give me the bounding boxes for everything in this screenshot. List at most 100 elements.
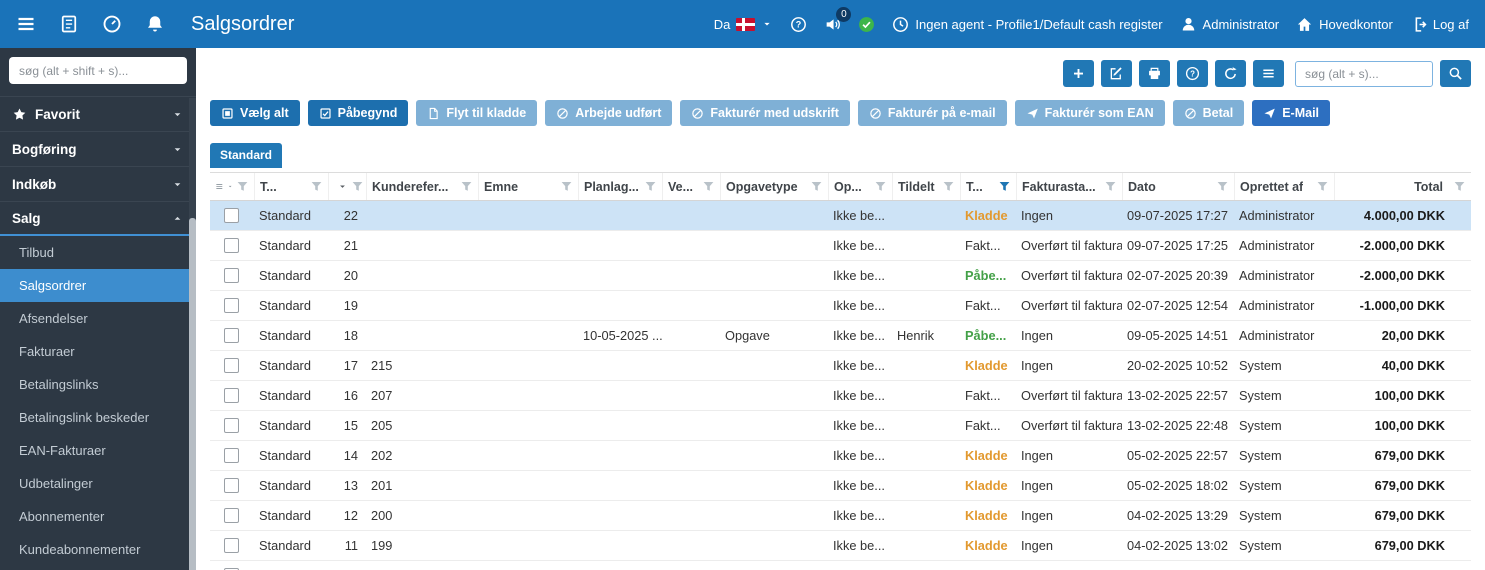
filter-icon[interactable]: [1104, 180, 1117, 193]
table-row[interactable]: Standard 15 205 Ikke be... Fakt... Overført t…: [210, 411, 1471, 441]
column-header-customer_ref[interactable]: Kunderefer...: [366, 173, 478, 200]
sidebar-item-salgsordrer[interactable]: Salgsordrer: [0, 269, 196, 302]
filter-icon[interactable]: [1316, 180, 1329, 193]
row-checkbox[interactable]: [224, 328, 239, 343]
column-header-status[interactable]: T...: [960, 173, 1016, 200]
arbejde-udført-button[interactable]: Arbejde udført: [545, 100, 673, 126]
notifications-bell-icon[interactable]: [145, 14, 165, 34]
table-row[interactable]: Standard 14 202 Ikke be... Kladde Ingen 05-02-…: [210, 441, 1471, 471]
filter-icon[interactable]: [702, 180, 715, 193]
language-selector[interactable]: Da: [714, 17, 774, 32]
volume-button[interactable]: 0: [824, 6, 852, 33]
row-menu-icon[interactable]: [215, 179, 224, 194]
sidebar-section-indkøb[interactable]: Indkøb: [0, 166, 196, 201]
vælg-alt-button[interactable]: Vælg alt: [210, 100, 300, 126]
tab-standard[interactable]: Standard: [210, 143, 283, 168]
table-row[interactable]: Standard 16 207 Ikke be... Fakt... Overført t…: [210, 381, 1471, 411]
table-row[interactable]: Standard 20 Ikke be... Påbe... Overført til …: [210, 261, 1471, 291]
fakturér-som-ean-button[interactable]: Fakturér som EAN: [1014, 100, 1165, 126]
filter-icon[interactable]: [460, 180, 473, 193]
journal-icon[interactable]: [59, 14, 79, 34]
hamburger-menu-icon[interactable]: [16, 14, 36, 34]
sort-icon[interactable]: [337, 181, 348, 192]
sidebar-item-afsendelser[interactable]: Afsendelser: [0, 302, 196, 335]
sidebar-item-udbetalinger[interactable]: Udbetalinger: [0, 467, 196, 500]
edit-button[interactable]: [1101, 60, 1132, 87]
column-header-task_type[interactable]: Opgavetype: [720, 173, 828, 200]
table-row[interactable]: Standard 11 199 Ikke be... Kladde Ingen 04-02-…: [210, 531, 1471, 561]
filter-icon[interactable]: [998, 180, 1011, 193]
column-header-assigned[interactable]: Tildelt: [892, 173, 960, 200]
filter-icon[interactable]: [810, 180, 823, 193]
table-row[interactable]: Standard 21 Ikke be... Fakt... Overført til …: [210, 231, 1471, 261]
table-row[interactable]: Standard 12 200 Ikke be... Kladde Ingen 04-02-…: [210, 501, 1471, 531]
menu-button[interactable]: [1253, 60, 1284, 87]
row-checkbox[interactable]: [224, 298, 239, 313]
column-header-sel[interactable]: [210, 173, 254, 200]
fakturér-på-e-mail-button[interactable]: Fakturér på e-mail: [857, 100, 1007, 126]
row-checkbox[interactable]: [224, 358, 239, 373]
search-button[interactable]: [1440, 60, 1471, 87]
help-button[interactable]: ?: [1177, 60, 1208, 87]
filter-icon[interactable]: [874, 180, 887, 193]
row-checkbox[interactable]: [224, 208, 239, 223]
e-mail-button[interactable]: E-Mail: [1252, 100, 1331, 126]
sidebar-section-favorit[interactable]: Favorit: [0, 96, 196, 131]
filter-icon[interactable]: [1453, 180, 1466, 193]
refresh-button[interactable]: [1215, 60, 1246, 87]
sidebar-item-betalingslink-beskeder[interactable]: Betalingslink beskeder: [0, 401, 196, 434]
row-checkbox[interactable]: [224, 508, 239, 523]
row-checkbox[interactable]: [224, 538, 239, 553]
table-row[interactable]: [210, 561, 1471, 570]
online-status-icon[interactable]: [858, 16, 875, 33]
sidebar-item-ean-fakturaer[interactable]: EAN-Fakturaer: [0, 434, 196, 467]
row-checkbox[interactable]: [224, 478, 239, 493]
sidebar-section-bogføring[interactable]: Bogføring: [0, 131, 196, 166]
sidebar-item-betalingslinks[interactable]: Betalingslinks: [0, 368, 196, 401]
row-checkbox[interactable]: [224, 448, 239, 463]
agent-indicator[interactable]: Ingen agent - Profile1/Default cash regi…: [892, 16, 1163, 33]
user-menu[interactable]: Administrator: [1180, 16, 1279, 33]
grid-search-input[interactable]: [1295, 60, 1433, 87]
column-header-type[interactable]: T...: [254, 173, 328, 200]
table-row[interactable]: Standard 18 10-05-2025 ... Opgave Ikke be...…: [210, 321, 1471, 351]
logout-button[interactable]: Log af: [1410, 16, 1469, 33]
dashboard-icon[interactable]: [102, 14, 122, 34]
filter-icon[interactable]: [351, 180, 364, 193]
column-header-planned[interactable]: Planlag...: [578, 173, 662, 200]
filter-icon[interactable]: [310, 180, 323, 193]
column-header-op[interactable]: Op...: [828, 173, 892, 200]
column-header-invoice_status[interactable]: Fakturasta...: [1016, 173, 1122, 200]
flyt-til-kladde-button[interactable]: Flyt til kladde: [416, 100, 538, 126]
add-button[interactable]: [1063, 60, 1094, 87]
fakturér-med-udskrift-button[interactable]: Fakturér med udskrift: [680, 100, 850, 126]
column-header-subject[interactable]: Emne: [478, 173, 578, 200]
påbegynd-button[interactable]: Påbegynd: [307, 100, 409, 126]
location-menu[interactable]: Hovedkontor: [1296, 16, 1393, 33]
table-row[interactable]: Standard 22 Ikke be... Kladde Ingen 09-07-202…: [210, 201, 1471, 231]
filter-icon[interactable]: [560, 180, 573, 193]
sidebar-scrollbar[interactable]: [189, 98, 196, 570]
print-button[interactable]: [1139, 60, 1170, 87]
filter-icon[interactable]: [1216, 180, 1229, 193]
scrollbar-thumb[interactable]: [189, 218, 196, 570]
table-row[interactable]: Standard 17 215 Ikke be... Kladde Ingen 20-02-…: [210, 351, 1471, 381]
sidebar-section-salg[interactable]: Salg: [0, 201, 196, 236]
help-icon[interactable]: ?: [790, 16, 807, 33]
filter-icon[interactable]: [236, 180, 249, 193]
column-header-total[interactable]: Total: [1334, 173, 1471, 200]
column-header-number[interactable]: S: [328, 173, 366, 200]
sidebar-item-abonnementer[interactable]: Abonnementer: [0, 500, 196, 533]
row-checkbox[interactable]: [224, 268, 239, 283]
filter-icon[interactable]: [644, 180, 657, 193]
sidebar-search-input[interactable]: [9, 57, 187, 84]
column-header-version[interactable]: Ve...: [662, 173, 720, 200]
sidebar-item-fakturaer[interactable]: Fakturaer: [0, 335, 196, 368]
row-checkbox[interactable]: [224, 418, 239, 433]
row-checkbox[interactable]: [224, 388, 239, 403]
column-header-date[interactable]: Dato: [1122, 173, 1234, 200]
sidebar-item-kundeabonnementer[interactable]: Kundeabonnementer: [0, 533, 196, 566]
row-checkbox[interactable]: [224, 238, 239, 253]
sidebar-item-tilbud[interactable]: Tilbud: [0, 236, 196, 269]
betal-button[interactable]: Betal: [1172, 100, 1245, 126]
